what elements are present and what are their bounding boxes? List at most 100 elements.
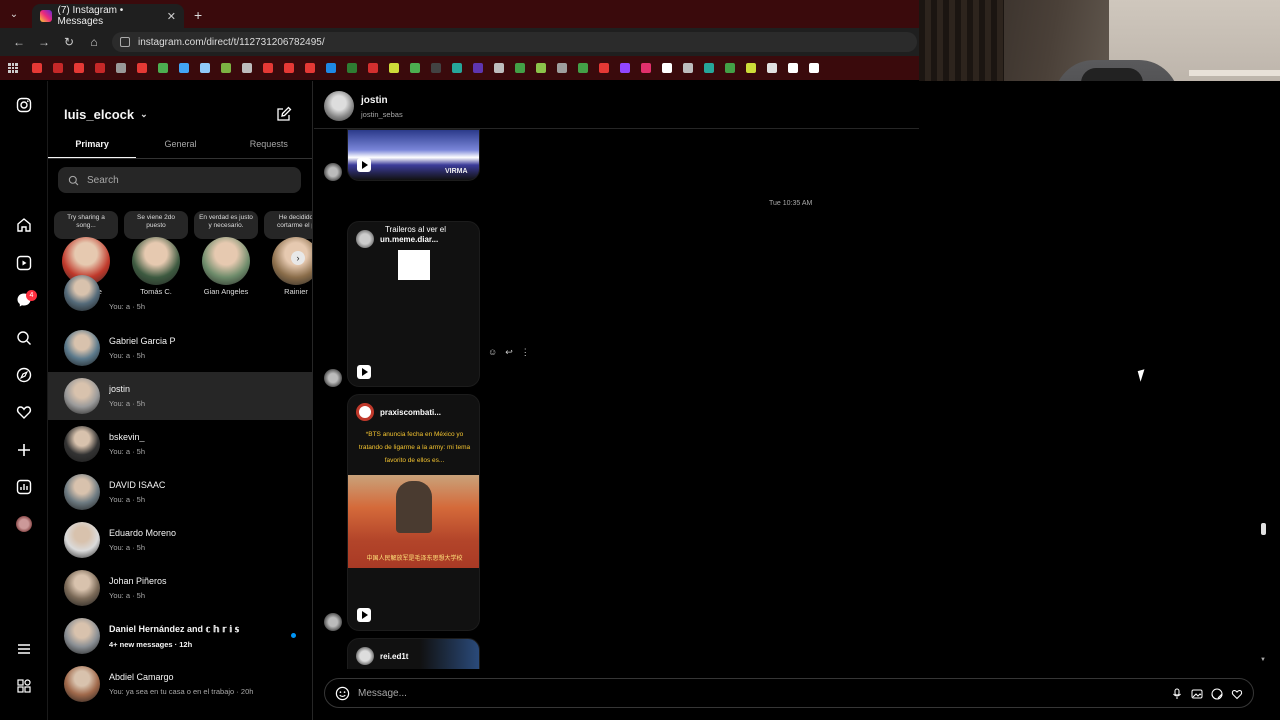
chat-name[interactable]: jostin [361, 95, 388, 106]
bookmark-icon[interactable] [578, 63, 588, 73]
bookmark-icon[interactable] [305, 63, 315, 73]
bookmark-icon[interactable] [599, 63, 609, 73]
conversation-name: bskevin_ [109, 432, 145, 442]
conversation-preview: You: a · 5h [109, 591, 146, 600]
bookmark-icon[interactable] [326, 63, 336, 73]
tab-requests[interactable]: Requests [225, 135, 312, 158]
bookmark-icon[interactable] [767, 63, 777, 73]
bookmark-icon[interactable] [74, 63, 84, 73]
shared-reel[interactable]: un.meme.diar... Traileros al ver el [347, 221, 480, 387]
sender-avatar[interactable] [324, 369, 342, 387]
microphone-icon[interactable] [1171, 687, 1183, 699]
sticker-icon[interactable] [1211, 687, 1223, 700]
shared-reel[interactable]: rei.ed1t [347, 638, 480, 669]
bookmark-icon[interactable] [494, 63, 504, 73]
bookmark-icon[interactable] [347, 63, 357, 73]
reload-icon[interactable]: ↻ [58, 35, 80, 49]
search-nav-icon[interactable] [16, 330, 32, 346]
bookmark-icon[interactable] [725, 63, 735, 73]
bookmark-icon[interactable] [662, 63, 672, 73]
new-message-icon[interactable] [276, 106, 292, 122]
shared-reel[interactable]: praxiscombati... *BTS anuncia fecha en M… [347, 394, 480, 631]
image-icon[interactable] [1191, 687, 1203, 699]
bookmark-icon[interactable] [515, 63, 525, 73]
heart-icon[interactable] [1231, 687, 1243, 700]
bookmark-icon[interactable] [452, 63, 462, 73]
emoji-icon[interactable] [335, 686, 350, 701]
bookmark-icon[interactable] [389, 63, 399, 73]
sender-avatar[interactable] [324, 613, 342, 631]
create-plus-icon[interactable] [16, 442, 32, 458]
scrollbar-thumb[interactable] [1261, 523, 1266, 535]
bookmark-icon[interactable] [746, 63, 756, 73]
notes-next-icon[interactable]: › [291, 251, 305, 265]
scroll-down-icon[interactable]: ▼ [1260, 657, 1266, 663]
new-tab-button[interactable]: + [194, 7, 202, 23]
chat-header[interactable]: jostin jostin_sebas [314, 81, 919, 129]
profile-avatar[interactable] [16, 516, 32, 532]
tab-primary[interactable]: Primary [48, 135, 137, 158]
bookmark-icon[interactable] [704, 63, 714, 73]
conversation-row[interactable]: jostin You: a · 5h [48, 372, 312, 420]
reply-icon[interactable]: ↩ [505, 347, 513, 358]
home-icon[interactable]: ⌂ [83, 35, 105, 49]
more-menu-icon[interactable] [16, 641, 32, 657]
explore-icon[interactable] [16, 367, 32, 383]
shared-reel[interactable]: VIRMA [347, 129, 480, 181]
bookmark-icon[interactable] [473, 63, 483, 73]
bookmark-icon[interactable] [620, 63, 630, 73]
conversation-row[interactable]: Gabriel Garcia P You: a · 5h [48, 324, 312, 372]
message-composer[interactable]: Message... [324, 678, 1254, 708]
bookmark-icon[interactable] [53, 63, 63, 73]
forward-icon[interactable]: → [33, 35, 55, 49]
tab-close-icon[interactable]: ✕ [167, 10, 176, 23]
message-input[interactable]: Message... [358, 688, 407, 699]
bookmark-icon[interactable] [641, 63, 651, 73]
bookmark-icon[interactable] [179, 63, 189, 73]
dashboard-icon[interactable] [16, 479, 32, 495]
bookmark-icon[interactable] [116, 63, 126, 73]
site-info-icon[interactable] [120, 37, 130, 47]
tab-general[interactable]: General [136, 135, 224, 158]
bookmark-icon[interactable] [410, 63, 420, 73]
instagram-logo-icon[interactable] [16, 97, 32, 113]
conversation-row[interactable]: Daniel Hernández and 𝕔 𝕙 𝕣 𝕚 𝕤 4+ new mes… [48, 612, 312, 660]
more-options-icon[interactable]: ⋮ [521, 347, 530, 358]
back-icon[interactable]: ← [8, 35, 30, 49]
bookmark-icon[interactable] [32, 63, 42, 73]
reels-icon[interactable] [16, 255, 32, 271]
conversation-row[interactable]: Abdiel Camargo You: ya sea en tu casa o e… [48, 660, 312, 708]
search-input[interactable]: Search [58, 167, 301, 193]
bookmark-icon[interactable] [536, 63, 546, 73]
conversation-row[interactable]: You: a · 5h [48, 275, 312, 317]
bookmark-icon[interactable] [263, 63, 273, 73]
bookmark-icon[interactable] [284, 63, 294, 73]
tab-search-icon[interactable]: ⌄ [2, 2, 26, 26]
bookmark-icon[interactable] [158, 63, 168, 73]
bookmark-icon[interactable] [137, 63, 147, 73]
conversation-row[interactable]: bskevin_ You: a · 5h [48, 420, 312, 468]
notifications-heart-icon[interactable] [16, 404, 32, 420]
account-switcher[interactable]: luis_elcock ⌄ [64, 107, 148, 122]
bookmark-icon[interactable] [368, 63, 378, 73]
browser-tab[interactable]: (7) Instagram • Messages ✕ [32, 4, 184, 28]
bookmark-icon[interactable] [683, 63, 693, 73]
bookmark-icon[interactable] [809, 63, 819, 73]
bookmark-icon[interactable] [95, 63, 105, 73]
chat-avatar[interactable] [324, 91, 354, 121]
bookmark-icon[interactable] [242, 63, 252, 73]
bookmark-icon[interactable] [200, 63, 210, 73]
apps-grid-icon[interactable] [8, 63, 18, 73]
bookmark-icon[interactable] [221, 63, 231, 73]
react-emoji-icon[interactable]: ☺ [488, 347, 497, 358]
conversation-row[interactable]: Johan Piñeros You: a · 5h [48, 564, 312, 612]
bookmark-icon[interactable] [431, 63, 441, 73]
address-bar[interactable]: instagram.com/direct/t/112731206782495/ [112, 32, 917, 52]
also-from-meta-icon[interactable] [16, 678, 32, 694]
conversation-row[interactable]: DAVID ISAAC You: a · 5h [48, 468, 312, 516]
home-nav-icon[interactable] [16, 217, 32, 233]
bookmark-icon[interactable] [557, 63, 567, 73]
sender-avatar[interactable] [324, 163, 342, 181]
bookmark-icon[interactable] [788, 63, 798, 73]
conversation-row[interactable]: Eduardo Moreno You: a · 5h [48, 516, 312, 564]
